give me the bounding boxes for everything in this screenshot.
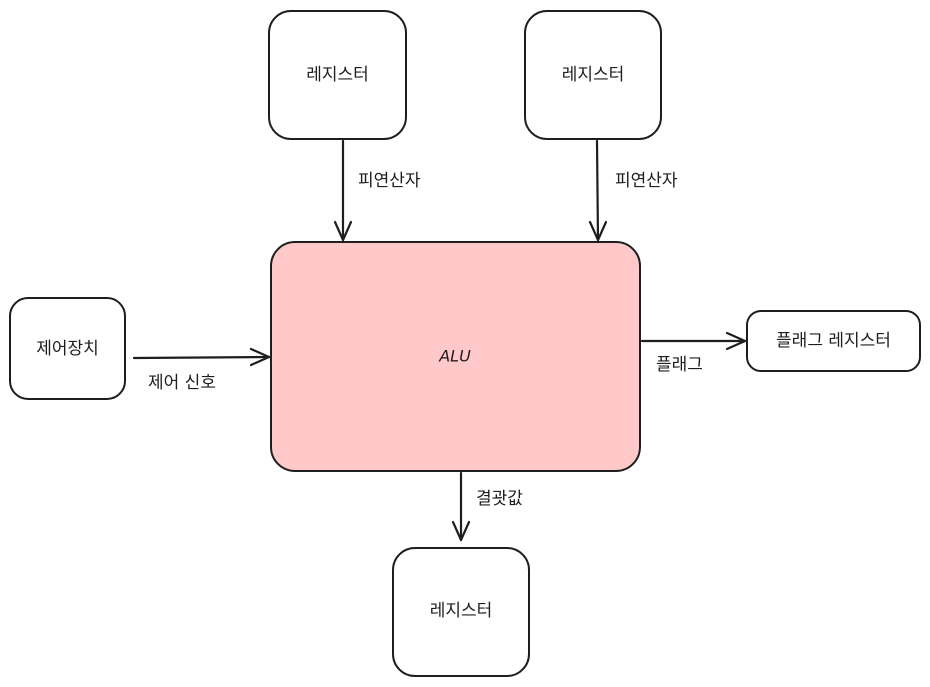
register-top-right-label: 레지스터 (562, 65, 625, 85)
label-control-signal: 제어 신호 (148, 373, 216, 393)
arrow-operand-right (588, 139, 608, 242)
flag-register-label: 플래그 레지스터 (776, 331, 891, 351)
arrow-flag (640, 331, 747, 351)
register-top-right: 레지스터 (524, 10, 662, 140)
register-bottom: 레지스터 (392, 547, 530, 677)
arrow-control-signal (132, 347, 271, 367)
register-top-left: 레지스터 (268, 10, 407, 140)
label-operand-left: 피연산자 (358, 171, 421, 191)
label-operand-right: 피연산자 (615, 171, 678, 191)
arrow-operand-left (333, 139, 353, 242)
control-unit: 제어장치 (9, 297, 126, 400)
label-result: 결괏값 (476, 489, 523, 509)
alu-label: ALU (438, 347, 471, 366)
diagram-canvas: 레지스터 레지스터 ALU 제어장치 플래그 레지스터 레지스터 피연산자 피연… (9, 10, 921, 677)
control-unit-label: 제어장치 (36, 339, 99, 359)
register-bottom-label: 레지스터 (430, 601, 493, 621)
register-top-left-label: 레지스터 (306, 65, 369, 85)
label-flag: 플래그 (656, 355, 703, 375)
arrow-control-signal-line (132, 355, 271, 360)
flag-register: 플래그 레지스터 (746, 310, 921, 372)
arrow-result (451, 471, 471, 542)
arrow-operand-right-line (595, 139, 600, 242)
alu: ALU (270, 241, 641, 472)
